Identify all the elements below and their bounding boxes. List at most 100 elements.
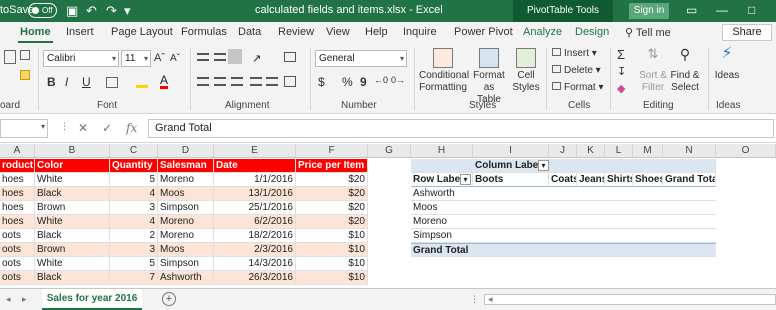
- table-cell[interactable]: $10: [296, 229, 368, 243]
- table-header-cell[interactable]: Quantity: [110, 159, 158, 173]
- column-header[interactable]: O: [716, 144, 776, 158]
- table-cell[interactable]: hoes: [0, 187, 35, 201]
- table-cell[interactable]: Black: [35, 229, 110, 243]
- table-cell[interactable]: hoes: [0, 173, 35, 187]
- comma-style-icon[interactable]: 9: [360, 75, 367, 89]
- pivot-col-header[interactable]: Boots: [473, 173, 549, 187]
- table-cell[interactable]: Brown: [35, 201, 110, 215]
- table-header-cell[interactable]: Salesman: [158, 159, 214, 173]
- pivot-col-header[interactable]: Grand Total: [663, 173, 716, 187]
- number-format-select[interactable]: General ▾: [315, 50, 407, 67]
- table-cell[interactable]: 7: [110, 271, 158, 285]
- table-cell[interactable]: 13/1/2016: [214, 187, 296, 201]
- column-labels-filter-icon[interactable]: ▾: [538, 160, 549, 171]
- font-color-icon[interactable]: A: [160, 74, 169, 89]
- table-cell[interactable]: oots: [0, 243, 35, 257]
- column-header[interactable]: I: [473, 144, 549, 158]
- sort-filter-button[interactable]: ⇅ Sort & Filter: [639, 47, 667, 94]
- table-cell[interactable]: $10: [296, 271, 368, 285]
- paste-icon[interactable]: [4, 50, 16, 64]
- table-header-cell[interactable]: roduct: [0, 159, 35, 173]
- column-header[interactable]: F: [296, 144, 368, 158]
- underline-button[interactable]: U: [82, 75, 91, 89]
- table-cell[interactable]: 14/3/2016: [214, 257, 296, 271]
- table-cell[interactable]: 5: [110, 173, 158, 187]
- add-sheet-button[interactable]: +: [162, 292, 176, 306]
- copy-icon[interactable]: [20, 50, 30, 60]
- table-cell[interactable]: oots: [0, 229, 35, 243]
- conditional-formatting-button[interactable]: Conditional Formatting: [419, 48, 469, 94]
- table-cell[interactable]: 18/2/2016: [214, 229, 296, 243]
- table-cell[interactable]: Brown: [35, 243, 110, 257]
- pivot-col-header[interactable]: Coats: [549, 173, 577, 187]
- bottom-align-icon[interactable]: [228, 49, 242, 64]
- table-cell[interactable]: hoes: [0, 201, 35, 215]
- table-cell[interactable]: White: [35, 215, 110, 229]
- table-header-cell[interactable]: Date: [214, 159, 296, 173]
- increase-decimal-icon[interactable]: ←0: [374, 75, 388, 85]
- column-header[interactable]: C: [110, 144, 158, 158]
- middle-align-icon[interactable]: [214, 53, 226, 61]
- tab-power-pivot[interactable]: Power Pivot: [454, 26, 513, 38]
- table-cell[interactable]: Ashworth: [158, 271, 214, 285]
- table-cell[interactable]: Black: [35, 187, 110, 201]
- column-header[interactable]: N: [663, 144, 716, 158]
- pivot-row[interactable]: Moos: [411, 201, 716, 215]
- table-cell[interactable]: $20: [296, 201, 368, 215]
- align-right-icon[interactable]: [231, 77, 243, 86]
- table-cell[interactable]: Moreno: [158, 173, 214, 187]
- tab-data[interactable]: Data: [238, 26, 261, 38]
- wrap-text-icon[interactable]: [284, 52, 296, 62]
- table-cell[interactable]: 4: [110, 215, 158, 229]
- share-button[interactable]: Share: [722, 24, 772, 41]
- table-header-cell[interactable]: Price per Item: [296, 159, 368, 173]
- table-cell[interactable]: 25/1/2016: [214, 201, 296, 215]
- tab-help[interactable]: Help: [365, 26, 388, 38]
- font-name-select[interactable]: Calibri ▾: [43, 50, 119, 67]
- column-header[interactable]: K: [577, 144, 605, 158]
- format-as-table-button[interactable]: Format as Table: [469, 48, 509, 106]
- table-cell[interactable]: White: [35, 173, 110, 187]
- delete-cells-button[interactable]: Delete ▾: [552, 65, 601, 76]
- italic-button[interactable]: I: [65, 75, 68, 89]
- table-cell[interactable]: $10: [296, 243, 368, 257]
- decrease-decimal-icon[interactable]: 0→: [391, 75, 405, 85]
- table-cell[interactable]: 5: [110, 257, 158, 271]
- table-cell[interactable]: 1/1/2016: [214, 173, 296, 187]
- table-cell[interactable]: oots: [0, 257, 35, 271]
- column-header[interactable]: G: [368, 144, 411, 158]
- redo-icon[interactable]: ↷: [106, 3, 117, 18]
- table-cell[interactable]: Moos: [158, 243, 214, 257]
- tab-review[interactable]: Review: [278, 26, 314, 38]
- autosum-icon[interactable]: Σ: [617, 47, 625, 62]
- sheet-tab-sales-2016[interactable]: Sales for year 2016: [42, 289, 142, 310]
- column-header[interactable]: E: [214, 144, 296, 158]
- table-cell[interactable]: 3: [110, 201, 158, 215]
- column-header[interactable]: D: [158, 144, 214, 158]
- align-center-icon[interactable]: [214, 77, 226, 86]
- borders-icon[interactable]: [106, 77, 118, 88]
- pivot-col-header[interactable]: Shoes: [633, 173, 663, 187]
- ribbon-display-icon[interactable]: ▭: [686, 3, 697, 17]
- pivot-col-header[interactable]: Shirts: [605, 173, 633, 187]
- pivot-row-labels[interactable]: Row Labels ▾: [411, 173, 473, 187]
- next-sheet-icon[interactable]: ▸: [22, 294, 27, 305]
- table-cell[interactable]: $20: [296, 173, 368, 187]
- tab-view[interactable]: View: [326, 26, 350, 38]
- cancel-icon[interactable]: ✕: [78, 121, 88, 135]
- column-header[interactable]: J: [549, 144, 577, 158]
- table-cell[interactable]: 2: [110, 229, 158, 243]
- tab-formulas[interactable]: Formulas: [181, 26, 227, 38]
- decrease-indent-icon[interactable]: [250, 77, 262, 86]
- formula-input[interactable]: Grand Total: [148, 119, 774, 138]
- table-cell[interactable]: $20: [296, 187, 368, 201]
- pivot-col-header[interactable]: Jeans: [577, 173, 605, 187]
- table-cell[interactable]: 26/3/2016: [214, 271, 296, 285]
- customize-qat-icon[interactable]: ▾: [124, 3, 131, 18]
- align-left-icon[interactable]: [197, 77, 209, 86]
- orientation-icon[interactable]: ↗: [252, 52, 261, 65]
- table-cell[interactable]: Black: [35, 271, 110, 285]
- table-cell[interactable]: 6/2/2016: [214, 215, 296, 229]
- font-size-select[interactable]: 11 ▾: [121, 50, 151, 67]
- row-labels-filter-icon[interactable]: ▾: [460, 174, 471, 185]
